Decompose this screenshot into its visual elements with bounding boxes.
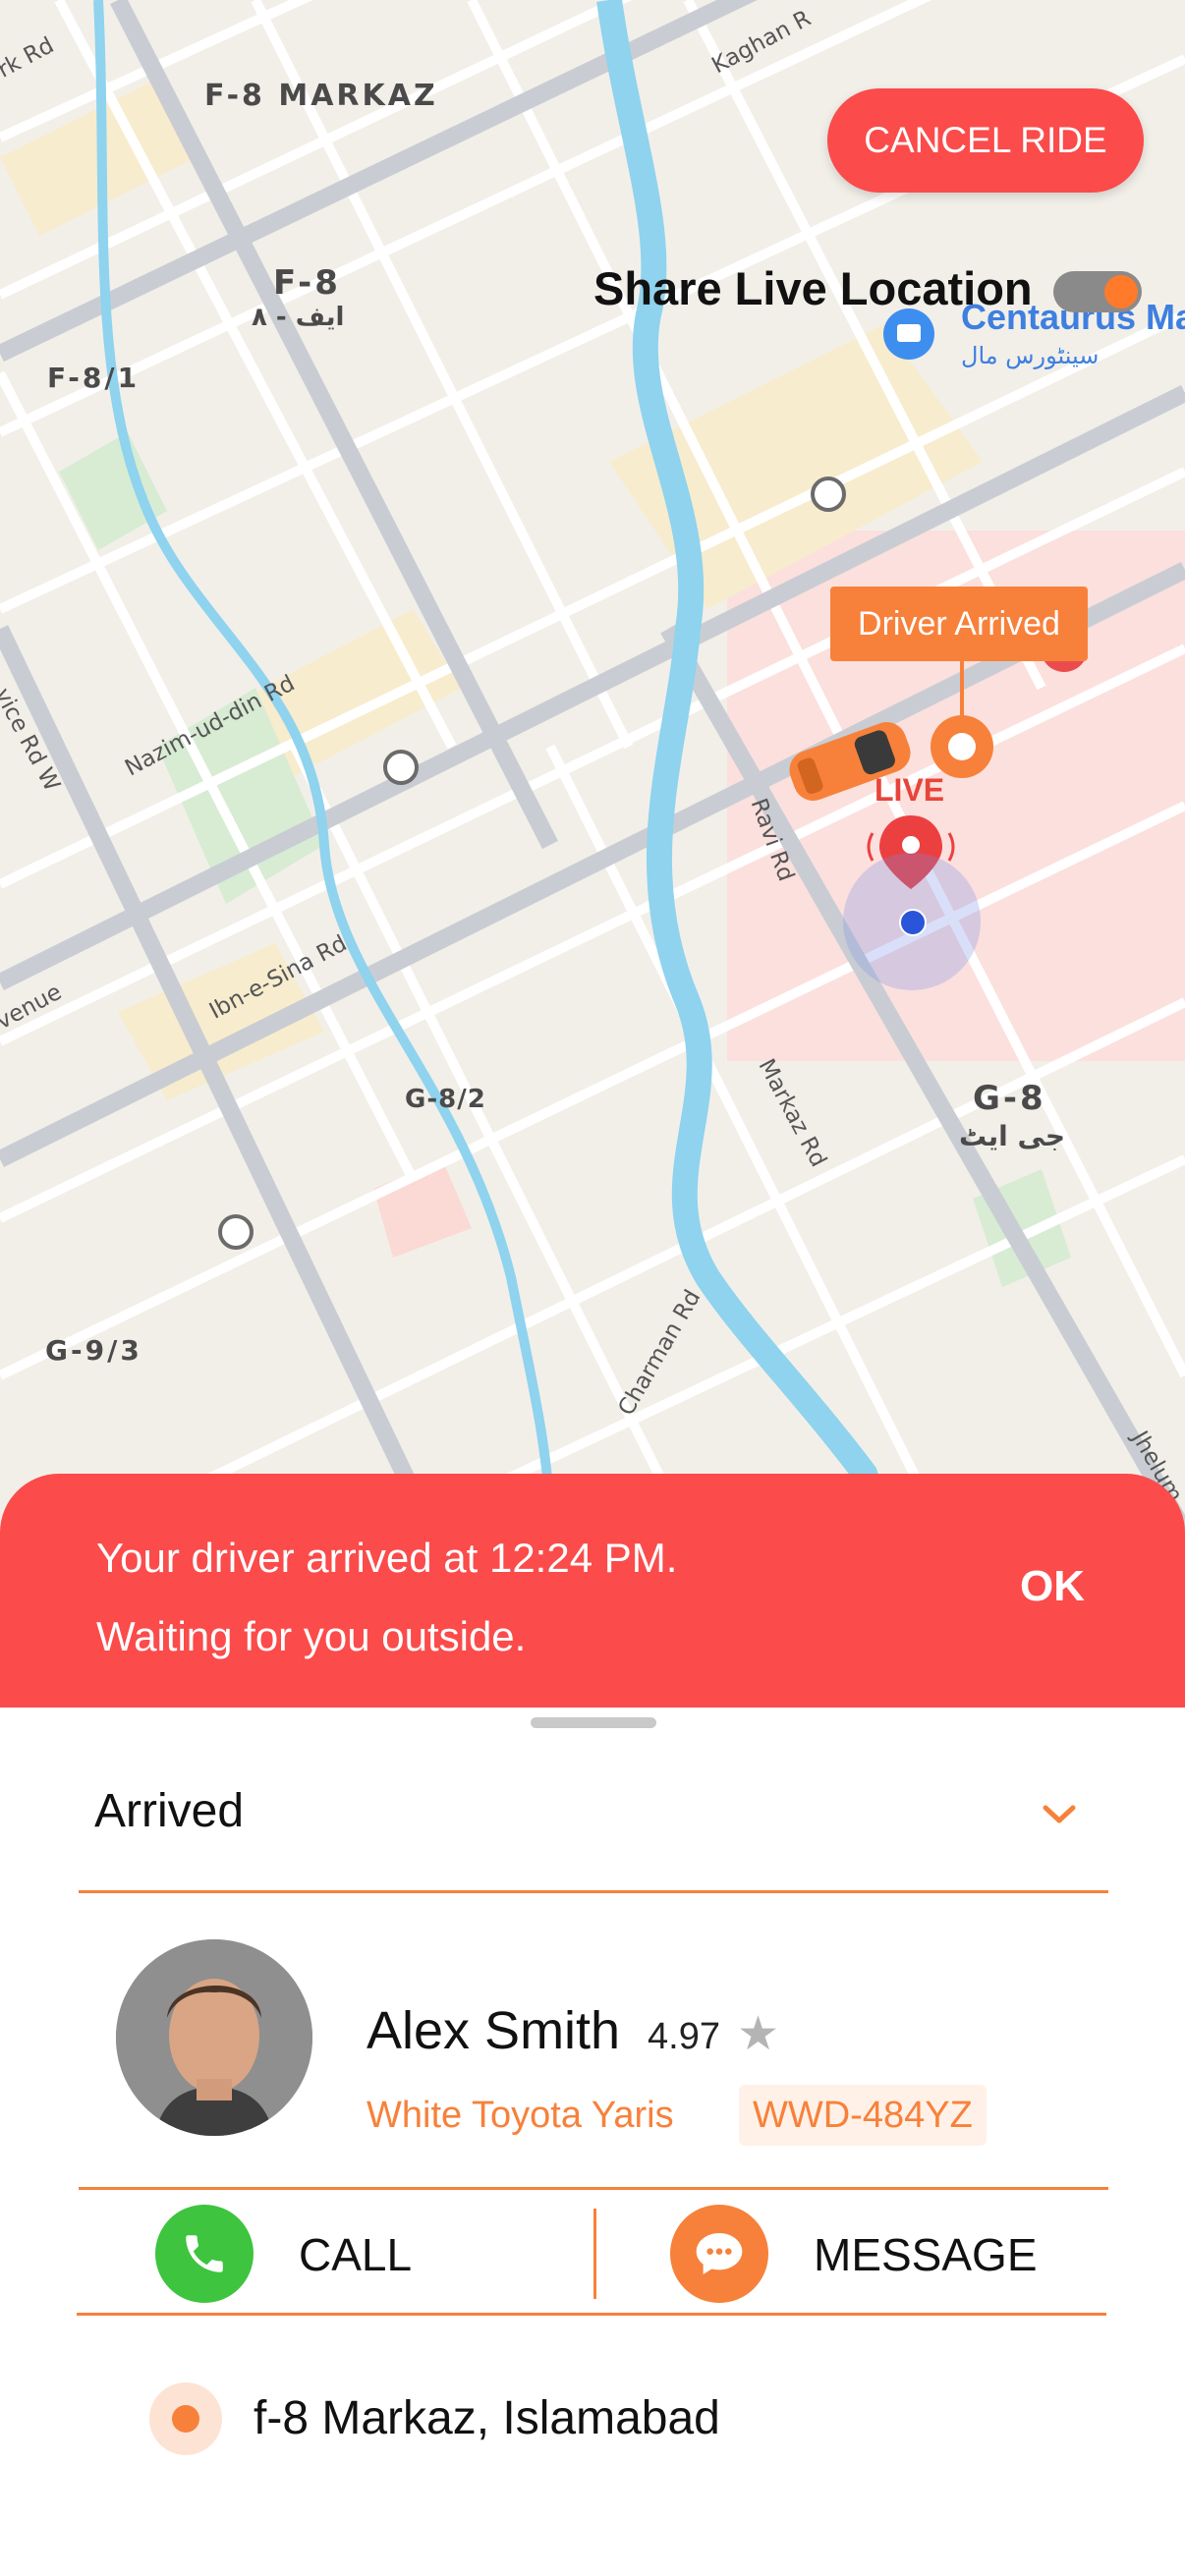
action-separator [593,2209,596,2299]
share-location-toggle[interactable] [1053,271,1142,312]
ride-status: Arrived [94,1785,245,1837]
area-label: F-8 [273,263,341,303]
driver-avatar [116,1939,312,2136]
callout-pointer [960,661,964,720]
area-label: F-8/1 [47,362,141,394]
map-view[interactable]: F-8 MARKAZ F-8 ایف - ۸ F-8/1 G-8 جی ایٹ … [0,0,1185,1533]
driver-name: Alex Smith [367,2001,621,2060]
mall-pin-icon [883,308,934,360]
driver-arrived-callout: Driver Arrived [830,587,1088,661]
phone-icon [155,2205,254,2303]
cancel-ride-button[interactable]: CANCEL RIDE [827,88,1144,193]
star-icon: ★ [737,2008,780,2060]
pickup-location-icon [149,2382,222,2455]
poi-label-urdu: سینٹورس مال [961,342,1100,369]
park-area [59,432,167,550]
message-label: MESSAGE [814,2229,1038,2280]
driver-photo [116,1939,312,2136]
user-location-dot [899,909,927,936]
toggle-knob [1104,275,1138,308]
area-label: F-8 MARKAZ [204,79,438,113]
share-live-location-label: Share Live Location [593,262,1033,314]
area-label: G-9/3 [45,1334,142,1367]
call-label: CALL [299,2229,413,2280]
arrival-message-line2: Waiting for you outside. [96,1613,527,1659]
divider [79,2187,1108,2190]
arrival-message-line1: Your driver arrived at 12:24 PM. [96,1535,678,1581]
ok-button[interactable]: OK [1020,1562,1085,1611]
arrival-message: Your driver arrived at 12:24 PM. Waiting… [96,1519,677,1676]
map-canvas [0,0,1185,1533]
sheet-drag-handle[interactable] [531,1717,656,1728]
area-label: G-8 [973,1079,1046,1118]
driver-location-marker [931,715,993,778]
divider [79,1890,1108,1893]
divider [77,2313,1106,2316]
chat-icon [670,2205,768,2303]
live-label: LIVE [875,772,945,808]
pickup-location: f-8 Markaz, Islamabad [254,2392,720,2444]
chevron-down-icon[interactable] [1042,1804,1077,1825]
car-model: White Toyota Yaris [367,2095,674,2136]
area-label: جی ایٹ [959,1120,1066,1152]
area-label: G-8/2 [405,1085,486,1114]
area-label: ایف - ۸ [252,303,345,332]
driver-rating: 4.97 [648,2016,720,2057]
license-plate: WWD-484YZ [739,2085,987,2146]
